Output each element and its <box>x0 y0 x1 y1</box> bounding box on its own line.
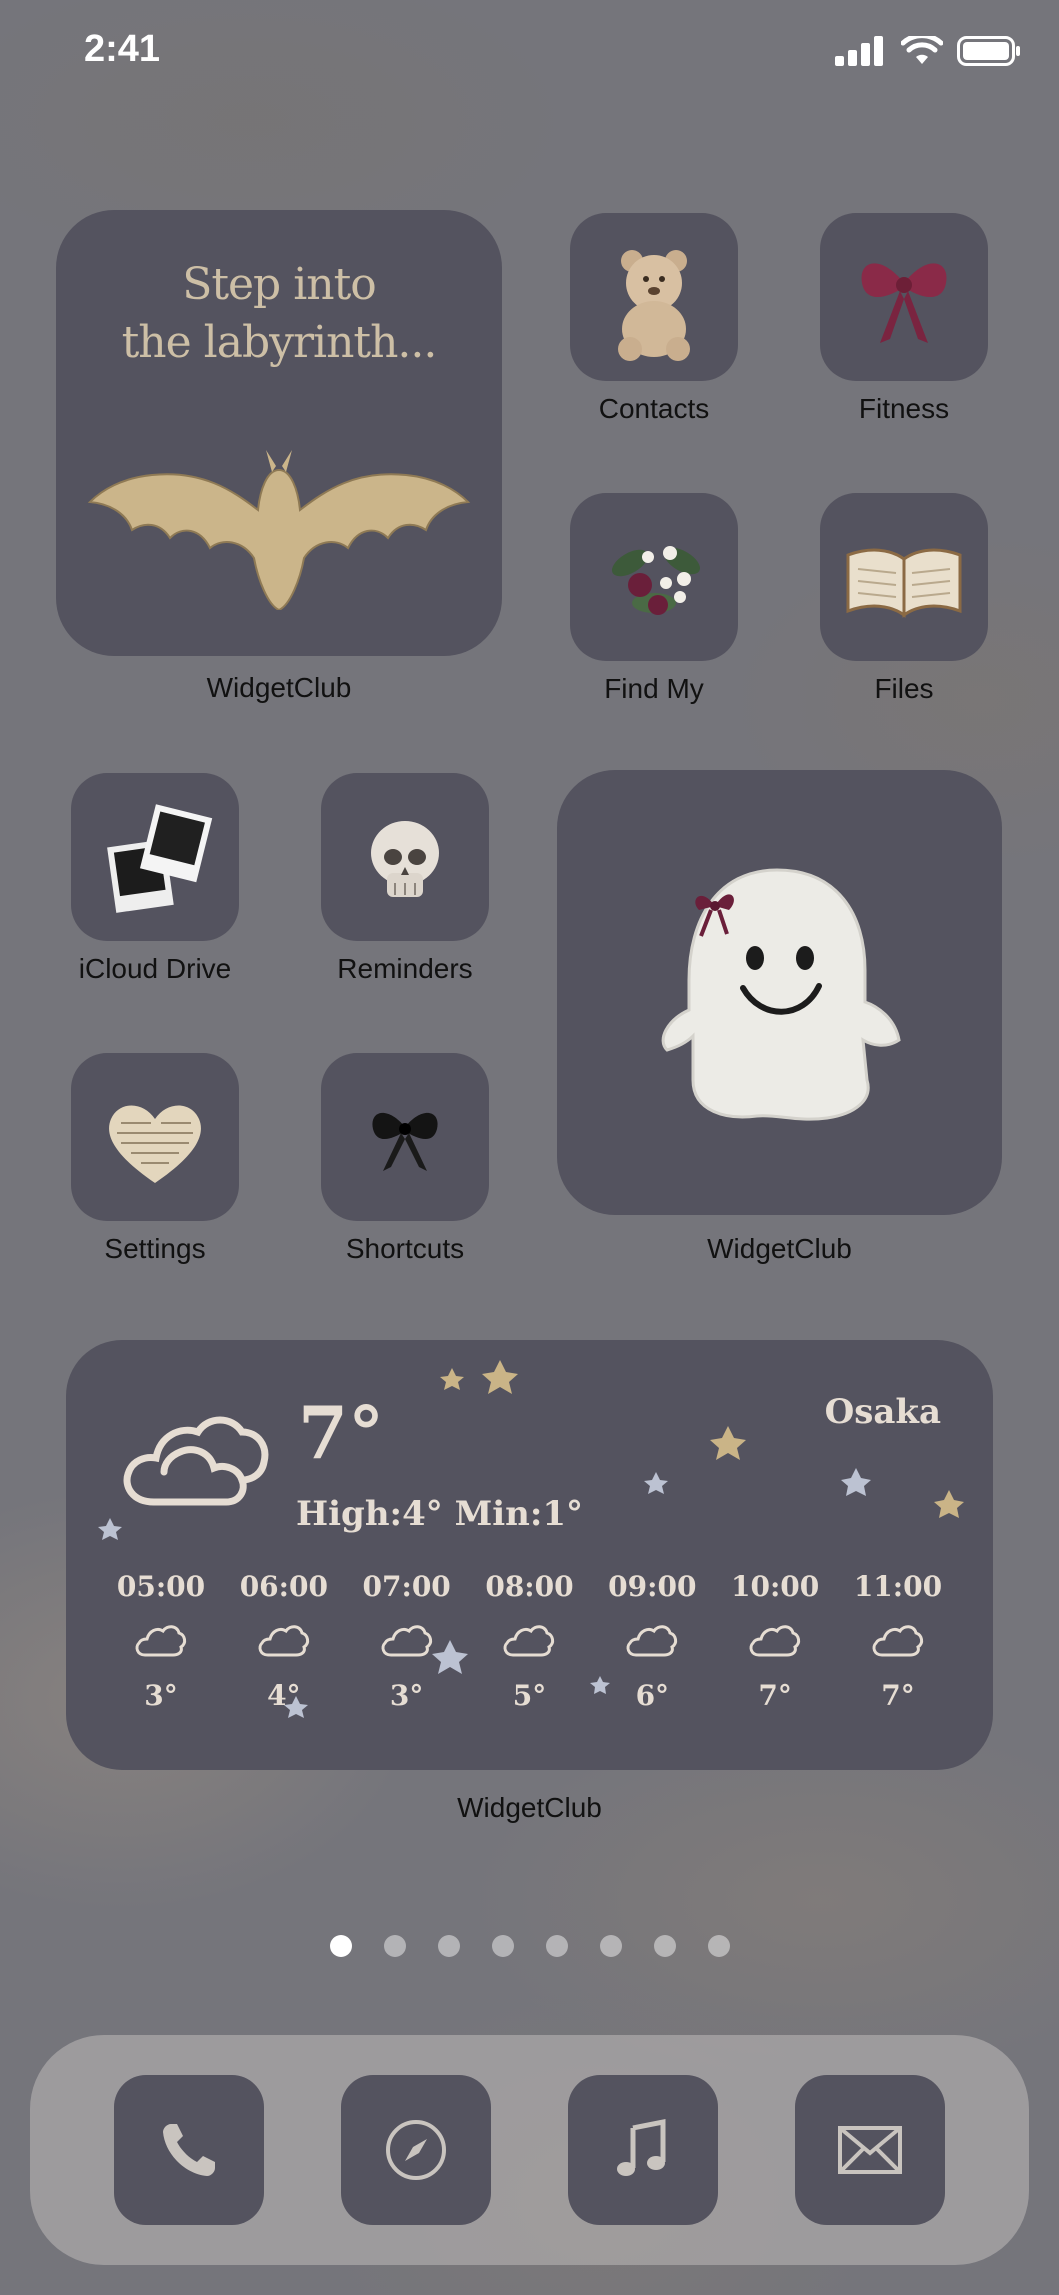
page-dot[interactable] <box>491 1935 514 1957</box>
status-icons <box>835 36 1021 66</box>
cloud-icon <box>381 1625 432 1657</box>
hourly-item: 06:00 4° <box>229 1570 339 1712</box>
star-icon <box>841 1468 871 1496</box>
hourly-time: 11:00 <box>853 1570 943 1603</box>
hourly-item: 05:00 3° <box>106 1570 216 1712</box>
app-reminders[interactable] <box>321 773 489 941</box>
app-fitness[interactable] <box>820 213 988 381</box>
hourly-time: 06:00 <box>239 1570 328 1603</box>
app-label-contacts: Contacts <box>598 393 710 424</box>
paper-heart-icon <box>109 1105 201 1183</box>
dock-mail[interactable] <box>795 2075 945 2225</box>
dock-phone[interactable] <box>114 2075 264 2225</box>
app-label-icloud-drive: iCloud Drive <box>78 953 232 984</box>
headline-line-2: the labyrinth... <box>121 317 438 368</box>
bat-icon <box>87 450 471 610</box>
cloud-icon <box>626 1625 678 1657</box>
cloud-icon <box>749 1625 801 1657</box>
page-dot[interactable] <box>707 1935 730 1957</box>
polaroid-photos-icon <box>107 804 213 913</box>
hourly-temp: 4° <box>267 1679 301 1712</box>
star-icon <box>482 1360 518 1394</box>
hourly-time: 09:00 <box>608 1570 697 1603</box>
flower-bouquet-icon <box>611 546 701 615</box>
ghost-icon <box>661 868 901 1121</box>
teddy-bear-icon <box>618 250 690 361</box>
cloud-icon <box>258 1625 309 1657</box>
hourly-time: 07:00 <box>362 1570 451 1603</box>
hourly-item: 10:00 7° <box>720 1570 830 1712</box>
ghost-widget[interactable] <box>557 770 1002 1215</box>
status-bar: 2:41 <box>0 0 1059 100</box>
phone-icon <box>163 2124 215 2176</box>
status-time: 2:41 <box>84 28 161 70</box>
star-icon <box>98 1518 122 1540</box>
wifi-icon <box>901 36 943 64</box>
cloud-icon <box>504 1625 555 1657</box>
hourly-item: 07:00 3° <box>352 1570 462 1712</box>
labyrinth-widget[interactable]: Step into the labyrinth... <box>56 210 502 656</box>
page-dot[interactable] <box>329 1935 352 1957</box>
labyrinth-headline: Step into the labyrinth... <box>56 256 502 372</box>
star-icon <box>440 1368 464 1390</box>
weather-widget-label: WidgetClub <box>457 1792 602 1823</box>
app-contacts[interactable] <box>570 213 738 381</box>
hourly-time: 10:00 <box>731 1570 820 1603</box>
star-icon <box>710 1426 746 1460</box>
battery-icon <box>957 36 1020 66</box>
mail-icon <box>838 2126 902 2174</box>
hourly-time: 05:00 <box>116 1570 206 1603</box>
app-label-settings: Settings <box>104 1233 206 1264</box>
star-icon <box>934 1490 964 1518</box>
app-shortcuts[interactable] <box>321 1053 489 1221</box>
app-icloud-drive[interactable] <box>71 773 239 941</box>
app-settings[interactable] <box>71 1053 239 1221</box>
black-bow-icon <box>372 1112 438 1171</box>
app-label-reminders: Reminders <box>337 953 473 984</box>
ribbon-bow-icon <box>861 263 947 343</box>
headline-line-1: Step into <box>182 259 377 310</box>
hourly-temp: 3° <box>389 1679 424 1712</box>
hourly-temp: 5° <box>512 1679 547 1712</box>
page-dot[interactable] <box>383 1935 406 1957</box>
hourly-temp: 6° <box>635 1679 670 1712</box>
hourly-temp: 3° <box>144 1679 178 1712</box>
compass-icon <box>386 2120 446 2180</box>
page-dot[interactable] <box>545 1935 568 1957</box>
app-find-my[interactable] <box>570 493 738 661</box>
cloud-icon <box>872 1625 924 1657</box>
hourly-forecast: 05:00 3° 06:00 4° 07:00 3° 08:00 5° 09:0… <box>106 1570 953 1712</box>
app-label-find-my: Find My <box>604 673 704 704</box>
hourly-item: 09:00 6° <box>597 1570 707 1712</box>
ghost-widget-label: WidgetClub <box>707 1233 852 1264</box>
app-label-fitness: Fitness <box>858 393 950 424</box>
page-dot[interactable] <box>653 1935 676 1957</box>
cloud-icon <box>135 1625 187 1657</box>
hourly-temp: 7° <box>881 1679 915 1712</box>
dock-safari[interactable] <box>341 2075 491 2225</box>
labyrinth-widget-label: WidgetClub <box>206 672 352 703</box>
music-note-icon <box>617 2118 666 2176</box>
dock-music[interactable] <box>568 2075 718 2225</box>
page-indicator[interactable] <box>0 1935 1059 1957</box>
cellular-signal-icon <box>835 36 883 66</box>
app-files[interactable] <box>820 493 988 661</box>
hourly-item: 11:00 7° <box>843 1570 953 1712</box>
star-icon <box>644 1472 668 1494</box>
app-label-shortcuts: Shortcuts <box>345 1233 465 1264</box>
page-dot[interactable] <box>437 1935 460 1957</box>
app-label-files: Files <box>874 673 934 704</box>
skull-icon <box>371 821 439 897</box>
hourly-item: 08:00 5° <box>474 1570 584 1712</box>
weather-widget[interactable]: 7° High:4° Min:1° Osaka 05:00 3° 06:00 4… <box>66 1340 993 1770</box>
open-book-icon <box>846 548 962 618</box>
hourly-time: 08:00 <box>485 1570 574 1603</box>
dock <box>30 2035 1029 2265</box>
hourly-temp: 7° <box>758 1679 792 1712</box>
page-dot[interactable] <box>599 1935 622 1957</box>
